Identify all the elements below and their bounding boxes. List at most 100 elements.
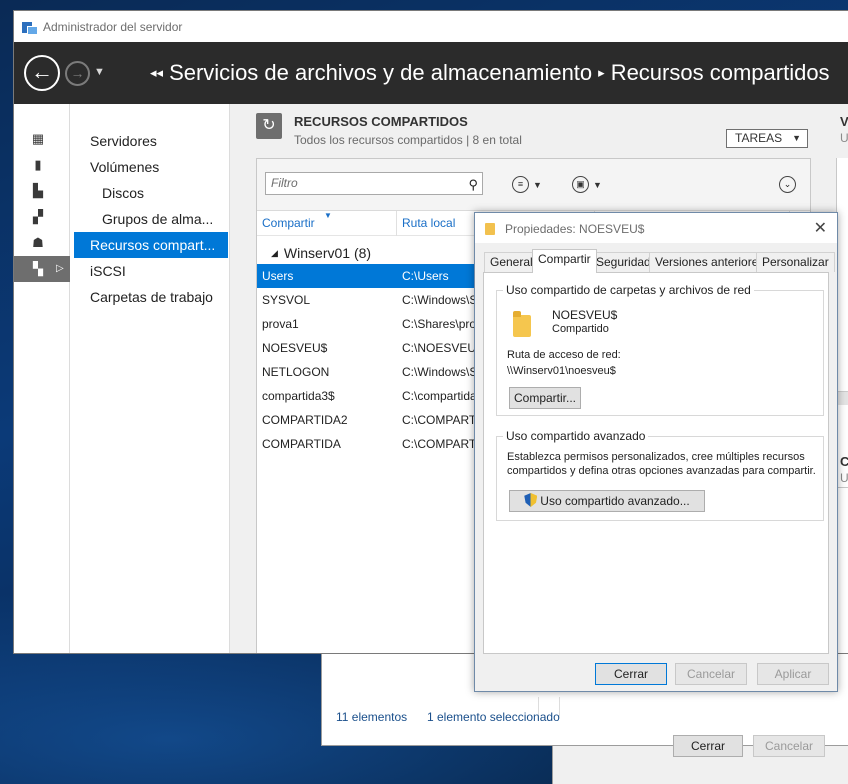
uac-shield-icon — [524, 493, 538, 507]
advanced-description-line2: compartidos y defina otras opciones avan… — [507, 465, 816, 477]
share-name-cell: compartida3$ — [262, 389, 335, 403]
close-icon[interactable]: ✕ — [814, 218, 827, 238]
dialog-title-bar: Propiedades: NOESVEU$ ✕ — [475, 213, 837, 243]
column-header-share[interactable]: Compartir ▼ — [262, 211, 332, 230]
folder-icon — [485, 223, 495, 235]
breadcrumb-shares[interactable]: Recursos compartidos — [611, 60, 830, 85]
breadcrumb-back-arrows-icon: ◂◂ — [150, 65, 164, 80]
group-label: Winserv01 (8) — [283, 245, 372, 261]
nav-item-work-folders[interactable]: Carpetas de trabajo — [74, 284, 228, 310]
nav-item-disks[interactable]: Discos — [74, 180, 228, 206]
breadcrumb-separator-icon: ▸ — [598, 65, 605, 80]
sidebar-local-server[interactable]: ▮ — [14, 152, 70, 178]
dialog-title: Propiedades: NOESVEU$ — [505, 222, 645, 236]
nav-item-servers[interactable]: Servidores — [74, 128, 228, 154]
share-state: Compartido — [552, 323, 609, 335]
advanced-description-line1: Establezca permisos personalizados, cree… — [507, 451, 805, 463]
apply-button[interactable]: Aplicar — [757, 663, 829, 685]
tab-personalizar[interactable]: Personalizar — [756, 252, 835, 272]
chevron-down-icon: ▼ — [533, 179, 542, 190]
breadcrumb-file-storage[interactable]: Servicios de archivos y de almacenamient… — [169, 60, 592, 85]
network-path-value: \\Winserv01\noesveu$ — [507, 365, 616, 377]
file-storage-icon: ▚ — [33, 261, 43, 276]
ad-ds-icon: ▞ — [33, 209, 43, 224]
right-section-title: V — [840, 114, 848, 129]
nav-item-volumes[interactable]: Volúmenes — [74, 154, 228, 180]
status-items-count: 11 elementos — [336, 710, 408, 724]
local-path-cell: C:\Shares\pro — [402, 317, 477, 331]
sidebar-ad-ds[interactable]: ▞ — [14, 204, 70, 230]
share-name: NOESVEU$ — [552, 308, 618, 322]
group-legend: Uso compartido de carpetas y archivos de… — [503, 283, 754, 297]
title-bar: Administrador del servidor — [14, 11, 848, 42]
right-section2-subtitle: U — [840, 471, 848, 485]
forward-button[interactable]: → — [65, 61, 90, 86]
network-path-label: Ruta de acceso de red: — [507, 349, 621, 361]
group-header-winserv01[interactable]: ◢ Winserv01 (8) — [271, 245, 371, 261]
background-cancel-button[interactable]: Cancelar — [753, 735, 825, 757]
all-servers-icon: ▙ — [33, 183, 43, 198]
tab-versiones-anteriores[interactable]: Versiones anteriores — [649, 252, 771, 272]
chevron-down-icon: ▼ — [792, 133, 801, 143]
filter-input[interactable]: Filtro ⚲ — [265, 172, 483, 195]
tab-general[interactable]: General — [484, 252, 539, 272]
advanced-sharing-button[interactable]: Uso compartido avanzado... — [509, 490, 705, 512]
tasks-label: TAREAS — [735, 131, 783, 145]
share-name-cell: Users — [262, 269, 294, 283]
history-dropdown-icon[interactable]: ▼ — [94, 66, 105, 78]
section-title: RECURSOS COMPARTIDOS — [294, 114, 468, 129]
navigation-bar: ← → ▼ ◂◂ Servicios de archivos y de almac… — [14, 42, 848, 104]
local-path-cell: C:\Users — [402, 269, 449, 283]
column-header-local-path[interactable]: Ruta local — [402, 216, 455, 230]
view-options-button[interactable]: ≡ ▼ — [512, 176, 542, 193]
cancel-button[interactable]: Cancelar — [675, 663, 747, 685]
share-button[interactable]: Compartir... — [509, 387, 581, 409]
filter-placeholder: Filtro — [271, 176, 298, 190]
share-name-cell: SYSVOL — [262, 293, 311, 307]
column-divider[interactable] — [396, 211, 397, 236]
column-label: Compartir — [262, 216, 315, 230]
chevron-down-icon: ▼ — [593, 179, 602, 190]
group-legend: Uso compartido avanzado — [503, 429, 649, 443]
expand-collapse-icon[interactable]: ⌄ — [779, 176, 796, 193]
local-path-cell: C:\COMPARTI — [402, 437, 480, 451]
properties-dialog: Propiedades: NOESVEU$ ✕ General Comparti… — [474, 212, 838, 692]
window-title: Administrador del servidor — [43, 19, 183, 34]
status-selected-count: 1 elemento seleccionado — [427, 710, 560, 724]
tab-compartir[interactable]: Compartir — [532, 249, 597, 273]
server-manager-icon — [22, 20, 38, 35]
sort-arrow-icon: ▼ — [324, 211, 332, 220]
dashboard-icon: ▦ — [31, 131, 45, 146]
nav-item-shares[interactable]: Recursos compart... — [74, 232, 228, 258]
sidebar-dns[interactable]: ☗ — [14, 230, 70, 256]
collapse-triangle-icon: ◢ — [271, 248, 278, 258]
sharing-tab-panel: Uso compartido de carpetas y archivos de… — [483, 272, 829, 654]
expand-caret-icon: ▷ — [56, 263, 64, 274]
network-sharing-group: Uso compartido de carpetas y archivos de… — [496, 283, 824, 416]
local-path-cell: C:\Windows\S — [402, 293, 478, 307]
shares-section-icon: ↻ — [256, 113, 282, 139]
share-name-cell: NETLOGON — [262, 365, 330, 379]
right-section2-title: C — [840, 454, 848, 469]
back-button[interactable]: ← — [24, 55, 60, 91]
nav-item-iscsi[interactable]: iSCSI — [74, 258, 228, 284]
navigation-pane: Servidores Volúmenes Discos Grupos de al… — [70, 104, 230, 653]
icon-sidebar: ▦ ▮ ▙ ▞ ☗ ▚ ▷ — [14, 104, 70, 653]
background-close-button[interactable]: Cerrar — [673, 735, 743, 757]
share-name-cell: prova1 — [262, 317, 299, 331]
nav-item-storage-pools[interactable]: Grupos de alma... — [74, 206, 228, 232]
save-query-button[interactable]: ▣ ▼ — [572, 176, 602, 193]
advanced-sharing-group: Uso compartido avanzado Establezca permi… — [496, 429, 824, 521]
right-section-subtitle: U — [840, 131, 848, 145]
tasks-dropdown[interactable]: TAREAS ▼ — [726, 129, 808, 148]
shared-folder-icon — [513, 311, 533, 337]
share-name-cell: NOESVEU$ — [262, 341, 328, 355]
sidebar-dashboard[interactable]: ▦ — [14, 126, 70, 152]
share-name-cell: COMPARTIDA2 — [262, 413, 348, 427]
sidebar-file-storage[interactable]: ▚ ▷ — [14, 256, 70, 282]
sidebar-all-servers[interactable]: ▙ — [14, 178, 70, 204]
search-icon[interactable]: ⚲ — [468, 174, 478, 195]
close-button[interactable]: Cerrar — [595, 663, 667, 685]
tab-seguridad[interactable]: Seguridad — [590, 252, 657, 272]
local-path-cell: C:\compartida — [402, 389, 477, 403]
